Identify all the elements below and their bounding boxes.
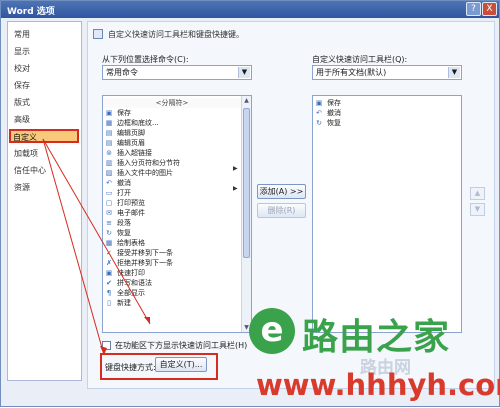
annotation-arrow [42, 138, 105, 356]
watermark-logo: e [249, 308, 295, 354]
watermark-url: www.hhhyh.com [256, 368, 500, 402]
word-options-dialog: Word 选项 ? X 常用 显示 校对 保存 版式 高级 自定义 加载项 信任… [0, 0, 500, 407]
annotation-arrow [42, 138, 151, 325]
watermark: e 路由之家 路由网 www.hhhyh.com [244, 304, 500, 408]
arrowhead-icon [100, 346, 107, 355]
